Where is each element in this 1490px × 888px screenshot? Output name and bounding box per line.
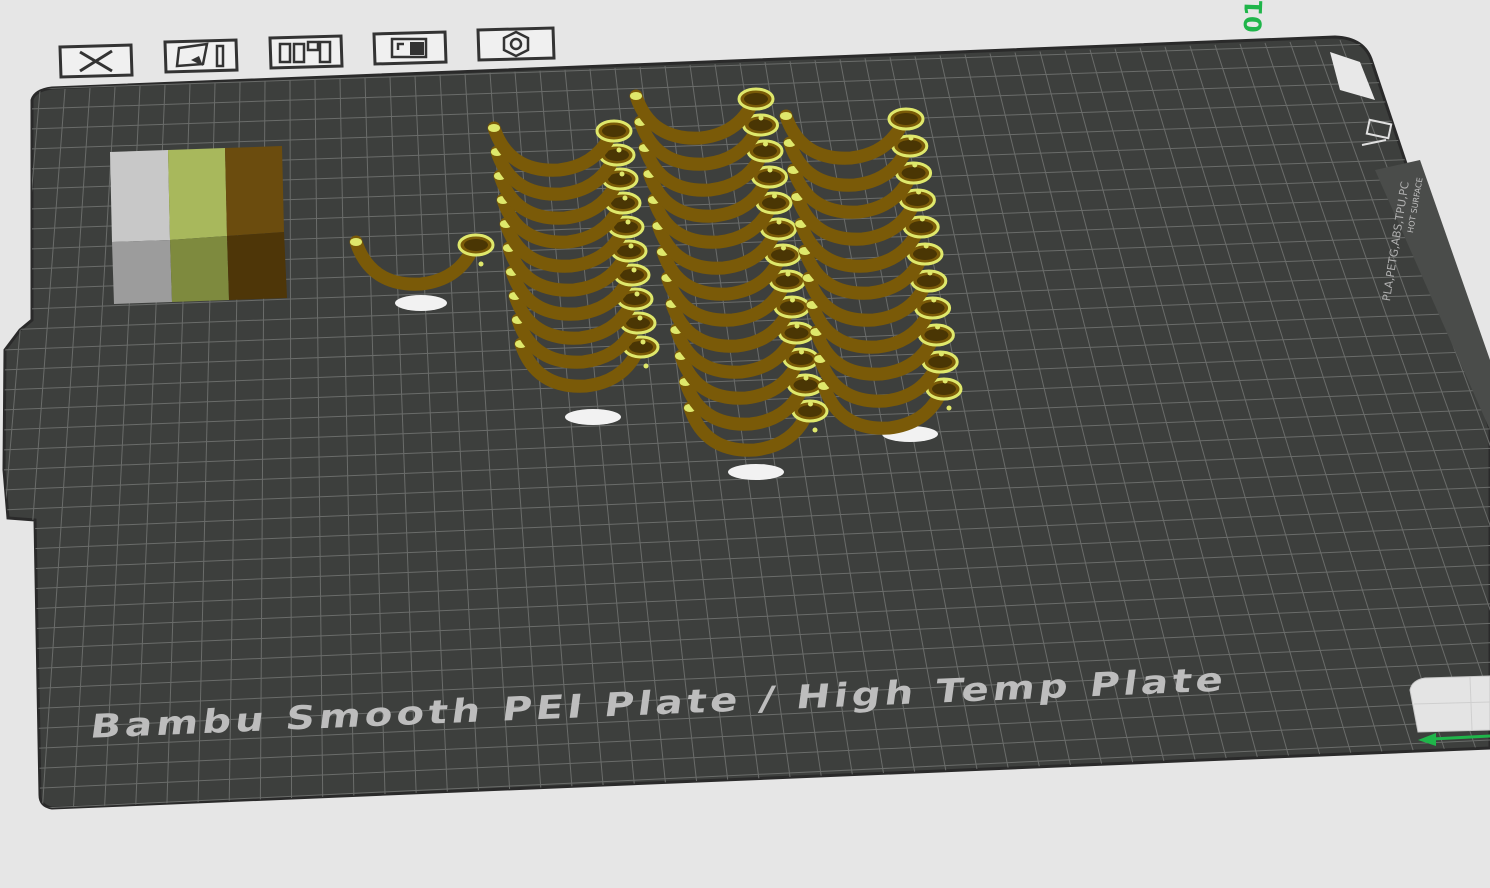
support-base	[565, 409, 621, 425]
lock-plate-button[interactable]	[372, 30, 448, 66]
lock-plate-icon	[372, 30, 448, 66]
arrange-button[interactable]	[268, 34, 344, 70]
view-cube[interactable]	[1409, 675, 1490, 733]
close-view-icon	[58, 43, 134, 79]
plate-settings-button[interactable]	[476, 26, 556, 62]
filament-color-swatch	[110, 146, 287, 304]
auto-orient-button[interactable]	[163, 38, 239, 74]
plate-settings-icon	[476, 26, 556, 62]
support-base	[395, 295, 447, 311]
arrange-icon	[268, 34, 344, 70]
build-plate-viewport[interactable]	[0, 0, 1490, 888]
support-base	[728, 464, 784, 480]
close-view-button[interactable]	[58, 43, 134, 79]
auto-orient-icon	[163, 38, 239, 74]
plate-number: 01	[1239, 0, 1269, 34]
